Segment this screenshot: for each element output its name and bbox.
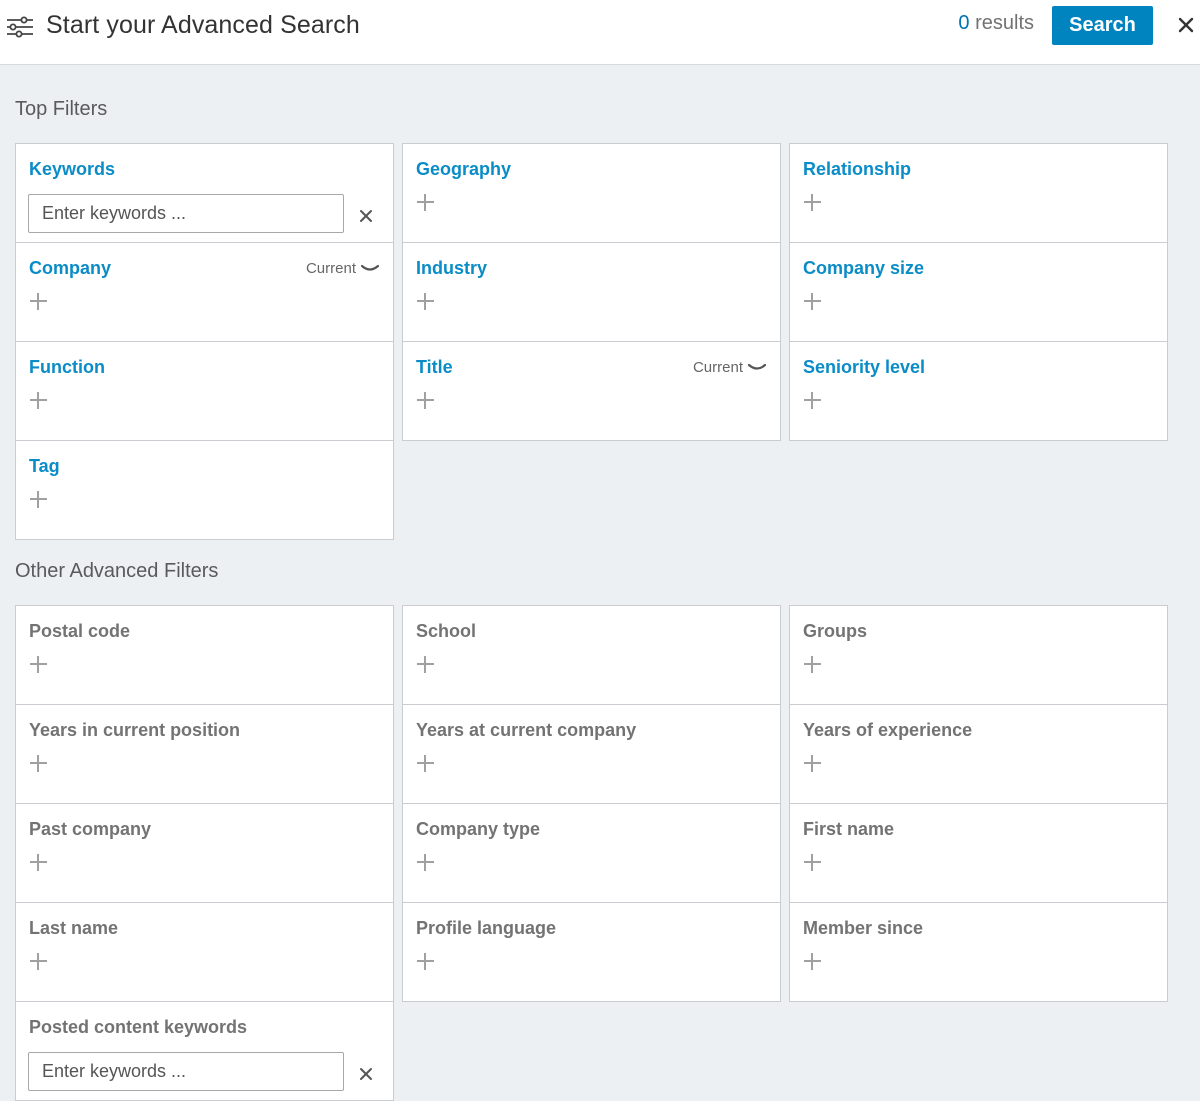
current-dropdown-label: Current	[305, 260, 356, 277]
add-plus-icon[interactable]	[804, 953, 821, 970]
filter-label[interactable]: Years of experience	[803, 720, 972, 741]
page-title: Start your Advanced Search	[46, 11, 360, 39]
filter-label[interactable]: Groups	[803, 621, 867, 642]
add-plus-icon[interactable]	[417, 953, 434, 970]
filter-card-company-type: Company type	[402, 803, 781, 903]
filter-label[interactable]: Seniority level	[803, 357, 925, 378]
filter-label[interactable]: Title	[416, 357, 453, 378]
filter-card-geography: Geography	[402, 143, 781, 243]
add-plus-icon[interactable]	[417, 755, 434, 772]
results-number: 0	[958, 12, 970, 34]
add-plus-icon[interactable]	[30, 953, 47, 970]
filter-card-function: Function	[15, 341, 394, 441]
add-plus-icon[interactable]	[417, 854, 434, 871]
add-plus-icon[interactable]	[804, 755, 821, 772]
add-plus-icon[interactable]	[30, 293, 47, 310]
filter-label[interactable]: Years at current company	[416, 720, 636, 741]
current-dropdown[interactable]: Current	[693, 359, 766, 376]
filter-card-title: Title Current	[402, 341, 781, 441]
filter-card-last-name: Last name	[15, 902, 394, 1002]
filter-label[interactable]: Company size	[803, 258, 924, 279]
clear-icon[interactable]	[359, 1067, 373, 1081]
filter-card-posted-content-keywords: Posted content keywords	[15, 1001, 394, 1101]
results-label: results	[975, 12, 1034, 34]
top-filters-grid: Keywords Geography Relationship Company Curr…	[15, 143, 1168, 540]
add-plus-icon[interactable]	[417, 293, 434, 310]
filter-label[interactable]: Function	[29, 357, 105, 378]
filter-label[interactable]: Years in current position	[29, 720, 240, 741]
filter-card-years-at-current-company: Years at current company	[402, 704, 781, 804]
chevron-down-icon	[361, 264, 379, 271]
filter-label[interactable]: Keywords	[29, 159, 115, 180]
filter-card-member-since: Member since	[789, 902, 1168, 1002]
filter-card-past-company: Past company	[15, 803, 394, 903]
filter-card-groups: Groups	[789, 605, 1168, 705]
add-plus-icon[interactable]	[30, 392, 47, 409]
add-plus-icon[interactable]	[30, 656, 47, 673]
filter-label[interactable]: School	[416, 621, 476, 642]
add-plus-icon[interactable]	[804, 854, 821, 871]
keywords-input[interactable]	[28, 194, 344, 233]
add-plus-icon[interactable]	[30, 854, 47, 871]
filter-label[interactable]: Industry	[416, 258, 487, 279]
filter-label[interactable]: Member since	[803, 918, 923, 939]
filter-card-tag: Tag	[15, 440, 394, 540]
current-dropdown[interactable]: Current	[306, 260, 379, 277]
other-filters-heading: Other Advanced Filters	[15, 560, 219, 582]
add-plus-icon[interactable]	[804, 293, 821, 310]
results-count: 0 results	[958, 12, 1034, 35]
filter-card-postal-code: Postal code	[15, 605, 394, 705]
filter-card-company-size: Company size	[789, 242, 1168, 342]
close-icon[interactable]	[1177, 16, 1195, 34]
filter-sliders-icon	[7, 16, 33, 38]
search-button[interactable]: Search	[1052, 6, 1153, 45]
add-plus-icon[interactable]	[804, 194, 821, 211]
add-plus-icon[interactable]	[417, 656, 434, 673]
filter-label[interactable]: Past company	[29, 819, 151, 840]
chevron-down-icon	[748, 363, 766, 370]
add-plus-icon[interactable]	[417, 194, 434, 211]
filter-card-industry: Industry	[402, 242, 781, 342]
filter-card-profile-language: Profile language	[402, 902, 781, 1002]
filter-label[interactable]: Geography	[416, 159, 511, 180]
keywords-input[interactable]	[28, 1052, 344, 1091]
add-plus-icon[interactable]	[30, 755, 47, 772]
add-plus-icon[interactable]	[417, 392, 434, 409]
filter-card-keywords: Keywords	[15, 143, 394, 243]
clear-icon[interactable]	[359, 209, 373, 223]
filter-label[interactable]: Posted content keywords	[29, 1017, 247, 1038]
add-plus-icon[interactable]	[804, 656, 821, 673]
filter-label[interactable]: Postal code	[29, 621, 130, 642]
filter-card-company: Company Current	[15, 242, 394, 342]
filter-label[interactable]: Profile language	[416, 918, 556, 939]
filter-label[interactable]: Relationship	[803, 159, 911, 180]
filter-card-first-name: First name	[789, 803, 1168, 903]
filter-label[interactable]: Company type	[416, 819, 540, 840]
add-plus-icon[interactable]	[30, 491, 47, 508]
filter-label[interactable]: Tag	[29, 456, 60, 477]
filter-card-relationship: Relationship	[789, 143, 1168, 243]
current-dropdown-label: Current	[692, 359, 743, 376]
filter-label[interactable]: First name	[803, 819, 894, 840]
filter-label[interactable]: Company	[29, 258, 111, 279]
filter-card-school: School	[402, 605, 781, 705]
top-filters-heading: Top Filters	[15, 98, 108, 120]
add-plus-icon[interactable]	[804, 392, 821, 409]
other-filters-grid: Postal code School Groups Years in current …	[15, 605, 1168, 1101]
search-header: Start your Advanced Search 0 results Sea…	[0, 0, 1200, 65]
filter-card-seniority-level: Seniority level	[789, 341, 1168, 441]
filter-card-years-of-experience: Years of experience	[789, 704, 1168, 804]
filter-card-years-in-current-position: Years in current position	[15, 704, 394, 804]
filter-label[interactable]: Last name	[29, 918, 118, 939]
